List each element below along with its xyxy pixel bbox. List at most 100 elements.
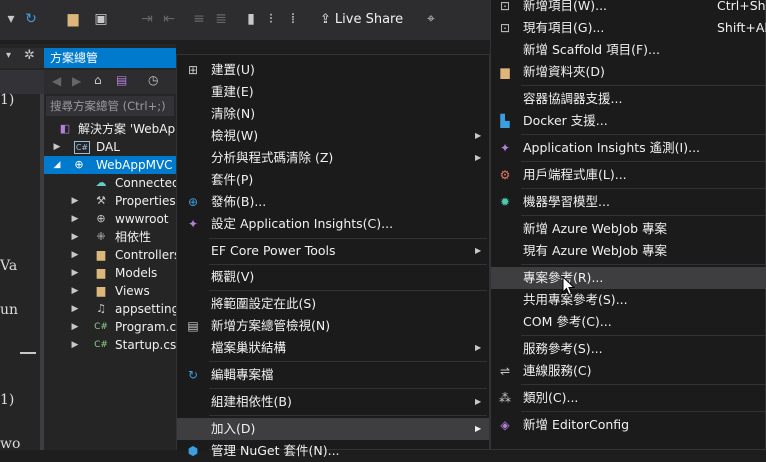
expand-arrow-icon[interactable]: ▶: [70, 192, 80, 210]
gear-icon[interactable]: ✲: [24, 48, 35, 63]
project-context-menu: ⊞ 建置(U) 重建(E) 清除(N) 檢視(W) ▶ 分析與程式碼清除 (Z)…: [176, 54, 490, 458]
menu-item-manage-nuget[interactable]: ⬢ 管理 NuGet 套件(N)...: [177, 440, 489, 462]
menu-item-scope-to-this[interactable]: 將範圍設定在此(S): [177, 293, 489, 315]
open-folder-icon[interactable]: ▆: [64, 10, 82, 28]
wrench-icon: ⚒: [96, 194, 106, 207]
submenu-item-new-folder[interactable]: ▆ 新增資料夾(D): [491, 61, 766, 83]
edit-redo-icon: ↻: [187, 368, 199, 382]
library-icon: ⚙: [499, 168, 511, 182]
solution-search-input[interactable]: 搜尋方案總管 (Ctrl+;): [46, 96, 174, 116]
comment-icon[interactable]: ≡: [190, 10, 208, 28]
nuget-icon: ⬢: [187, 444, 199, 458]
submenu-item-app-insights[interactable]: ✦ Application Insights 遙測(I)...: [491, 137, 766, 159]
tree-item-wwwroot[interactable]: ▶ ⊕ wwwroot: [44, 210, 176, 228]
menu-item-packages[interactable]: 套件(P): [177, 169, 489, 191]
submenu-item-docker-support[interactable]: ▙ Docker 支援...: [491, 110, 766, 132]
menu-item-app-insights[interactable]: ✦ 設定 Application Insights(C)...: [177, 213, 489, 235]
back-icon[interactable]: ◀: [52, 74, 61, 88]
uncomment-icon[interactable]: ≣: [212, 10, 230, 28]
menu-item-view[interactable]: 檢視(W) ▶: [177, 125, 489, 147]
submenu-item-project-reference[interactable]: 專案參考(R)...: [491, 267, 766, 289]
menu-item-build-dependencies[interactable]: 組建相依性(B) ▶: [177, 391, 489, 413]
tree-item-webappmvc[interactable]: ◢ ⊕ WebAppMVC: [44, 156, 176, 174]
code-fragment: un: [0, 302, 19, 318]
submenu-item-shared-project-reference[interactable]: 共用專案參考(S)...: [491, 289, 766, 311]
expand-arrow-icon[interactable]: ▶: [70, 210, 80, 228]
feedback-icon[interactable]: ⌖: [422, 10, 440, 28]
submenu-item-orchestrator-support[interactable]: 容器協調器支援...: [491, 88, 766, 110]
menu-item-add[interactable]: 加入(D) ▶: [177, 418, 489, 440]
menu-item-ef-core-power-tools[interactable]: EF Core Power Tools ▶: [177, 240, 489, 262]
window-icon[interactable]: ▣: [92, 10, 110, 28]
bookmark-prev-icon[interactable]: ⁝: [262, 10, 280, 28]
dependencies-icon: ⁜: [96, 230, 106, 243]
solution-icon: ◧: [59, 122, 71, 135]
submenu-item-existing-item[interactable]: ⊡ 現有項目(G)... Shift+Alt: [491, 17, 766, 39]
collapse-arrow-icon[interactable]: ◢: [52, 156, 62, 174]
menu-item-clean[interactable]: 清除(N): [177, 103, 489, 125]
bookmark-icon[interactable]: ▮: [242, 10, 260, 28]
menu-item-edit-project-file[interactable]: ↻ 編輯專案檔: [177, 364, 489, 386]
expand-arrow-icon[interactable]: ▶: [70, 318, 80, 336]
home-icon[interactable]: ⌂: [94, 73, 102, 87]
submenu-item-new-scaffold[interactable]: 新增 Scaffold 項目(F)...: [491, 39, 766, 61]
tree-item-startup[interactable]: ▶ C# Startup.cs: [44, 336, 176, 354]
expand-arrow-icon[interactable]: ▶: [70, 228, 80, 246]
menu-item-analyze[interactable]: 分析與程式碼清除 (Z) ▶: [177, 147, 489, 169]
tree-item-appsettings[interactable]: ▶ ♫ appsetting: [44, 300, 176, 318]
expand-arrow-icon[interactable]: ▶: [70, 246, 80, 264]
expand-arrow-icon[interactable]: ▶: [70, 300, 80, 318]
forward-icon[interactable]: ▶: [72, 74, 81, 88]
menu-item-new-explorer-view[interactable]: ▤ 新增方案總管檢視(N): [177, 315, 489, 337]
menu-item-publish[interactable]: ⊕ 發佈(B)...: [177, 191, 489, 213]
existing-item-icon: ⊡: [499, 21, 511, 35]
bookmark-next-icon[interactable]: ⁞: [284, 10, 302, 28]
tree-item-connected[interactable]: ☁ Connected: [44, 174, 177, 192]
submenu-arrow-icon: ▶: [475, 153, 482, 162]
menu-item-file-nesting[interactable]: 檔案巢狀結構 ▶: [177, 337, 489, 359]
live-share-button[interactable]: ⇪ Live Share: [320, 10, 403, 30]
submenu-item-client-library[interactable]: ⚙ 用戶端程式庫(L)...: [491, 164, 766, 186]
switch-view-icon[interactable]: ▤: [116, 73, 127, 87]
menu-item-build[interactable]: ⊞ 建置(U): [177, 59, 489, 81]
toolbar-dropdown-icon[interactable]: ▾: [2, 10, 20, 28]
tree-item-controllers[interactable]: ▶ ▆ Controllers: [44, 246, 176, 264]
tree-item-dal[interactable]: ▶ C# DAL: [44, 138, 176, 156]
tree-item-program[interactable]: ▶ C# Program.cs: [44, 318, 176, 336]
submenu-item-connected-service[interactable]: ⇌ 連線服務(C): [491, 360, 766, 382]
expand-arrow-icon[interactable]: ▶: [70, 264, 80, 282]
submenu-item-new-webjob[interactable]: 新增 Azure WebJob 專案: [491, 218, 766, 240]
submenu-arrow-icon: ▶: [475, 131, 482, 140]
refresh-icon[interactable]: ↻: [22, 10, 40, 28]
menu-separator: [521, 411, 765, 412]
code-fragment: 1): [0, 92, 15, 108]
chevron-down-icon[interactable]: ▾: [6, 50, 11, 61]
submenu-item-new-item[interactable]: ⊡ 新增項目(W)... Ctrl+Shift: [491, 0, 766, 17]
submenu-item-new-editorconfig[interactable]: ◈ 新增 EditorConfig: [491, 414, 766, 436]
menu-separator: [521, 264, 765, 265]
indent-icon[interactable]: ⇥: [138, 10, 156, 28]
csharp-file-icon: C#: [94, 340, 108, 350]
tree-item-models[interactable]: ▶ ▆ Models: [44, 264, 176, 282]
history-icon[interactable]: ◷: [148, 73, 158, 87]
menu-separator: [521, 384, 765, 385]
expand-arrow-icon[interactable]: ▶: [70, 336, 80, 354]
submenu-item-class[interactable]: ⁂ 類別(C)...: [491, 387, 766, 409]
submenu-item-com-reference[interactable]: COM 參考(C)...: [491, 311, 766, 333]
outdent-icon[interactable]: ⇤: [160, 10, 178, 28]
submenu-item-service-reference[interactable]: 服務參考(S)...: [491, 338, 766, 360]
tree-item-properties[interactable]: ▶ ⚒ Properties: [44, 192, 176, 210]
submenu-item-ml-model[interactable]: ✹ 機器學習模型...: [491, 191, 766, 213]
tree-item-solution[interactable]: ◧ 解決方案 'WebApp: [44, 120, 176, 138]
globe-icon: ⊕: [96, 212, 106, 225]
expand-arrow-icon[interactable]: ▶: [70, 282, 80, 300]
submenu-item-existing-webjob[interactable]: 現有 Azure WebJob 專案: [491, 240, 766, 262]
tree-item-dependencies[interactable]: ▶ ⁜ 相依性: [44, 228, 176, 246]
expand-arrow-icon[interactable]: ▶: [52, 138, 62, 156]
menu-separator: [209, 238, 487, 239]
editorconfig-icon: ◈: [500, 418, 510, 432]
menu-item-overview[interactable]: 概觀(V): [177, 266, 489, 288]
web-project-icon: ⊕: [74, 158, 84, 171]
tree-item-views[interactable]: ▶ ▆ Views: [44, 282, 176, 300]
menu-item-rebuild[interactable]: 重建(E): [177, 81, 489, 103]
